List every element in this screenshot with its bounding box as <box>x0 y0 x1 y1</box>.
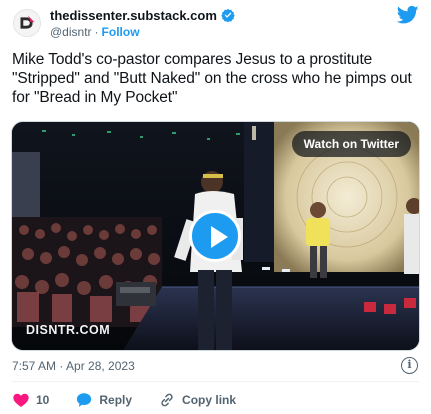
like-button[interactable]: 10 <box>12 391 49 409</box>
separator: · <box>94 25 99 39</box>
handle-row: @disntr · Follow <box>50 24 140 40</box>
twitter-bird-icon[interactable] <box>397 5 419 25</box>
reply-icon <box>77 393 92 407</box>
video-player[interactable]: Watch on Twitter DISNTR.COM <box>11 121 420 351</box>
name-row: thedissenter.substack.com <box>50 6 235 24</box>
tweet-embed-card: thedissenter.substack.com @disntr · Foll… <box>0 0 431 414</box>
like-count: 10 <box>36 393 50 407</box>
reply-button[interactable]: Reply <box>75 391 132 409</box>
follow-button[interactable]: Follow <box>102 25 140 39</box>
link-icon <box>161 393 173 407</box>
watch-on-twitter-button[interactable]: Watch on Twitter <box>291 131 411 157</box>
play-button[interactable] <box>189 210 241 262</box>
divider <box>12 381 419 382</box>
copy-link-button[interactable]: Copy link <box>158 391 236 409</box>
action-bar: 10 Reply Copy link <box>12 390 262 410</box>
copy-link-label: Copy link <box>182 393 237 407</box>
info-icon[interactable]: i <box>401 357 418 374</box>
tweet-text: Mike Todd's co-pastor compares Jesus to … <box>12 51 412 106</box>
avatar[interactable] <box>13 9 41 37</box>
reply-label: Reply <box>99 393 133 407</box>
timestamp[interactable]: 7:57 AM · Apr 28, 2023 <box>12 359 135 373</box>
video-watermark: DISNTR.COM <box>26 323 111 337</box>
heart-icon <box>13 393 29 407</box>
verified-badge-icon <box>221 8 235 23</box>
handle[interactable]: @disntr <box>50 25 92 39</box>
display-name[interactable]: thedissenter.substack.com <box>50 8 217 23</box>
disntr-logo-icon <box>14 10 40 36</box>
